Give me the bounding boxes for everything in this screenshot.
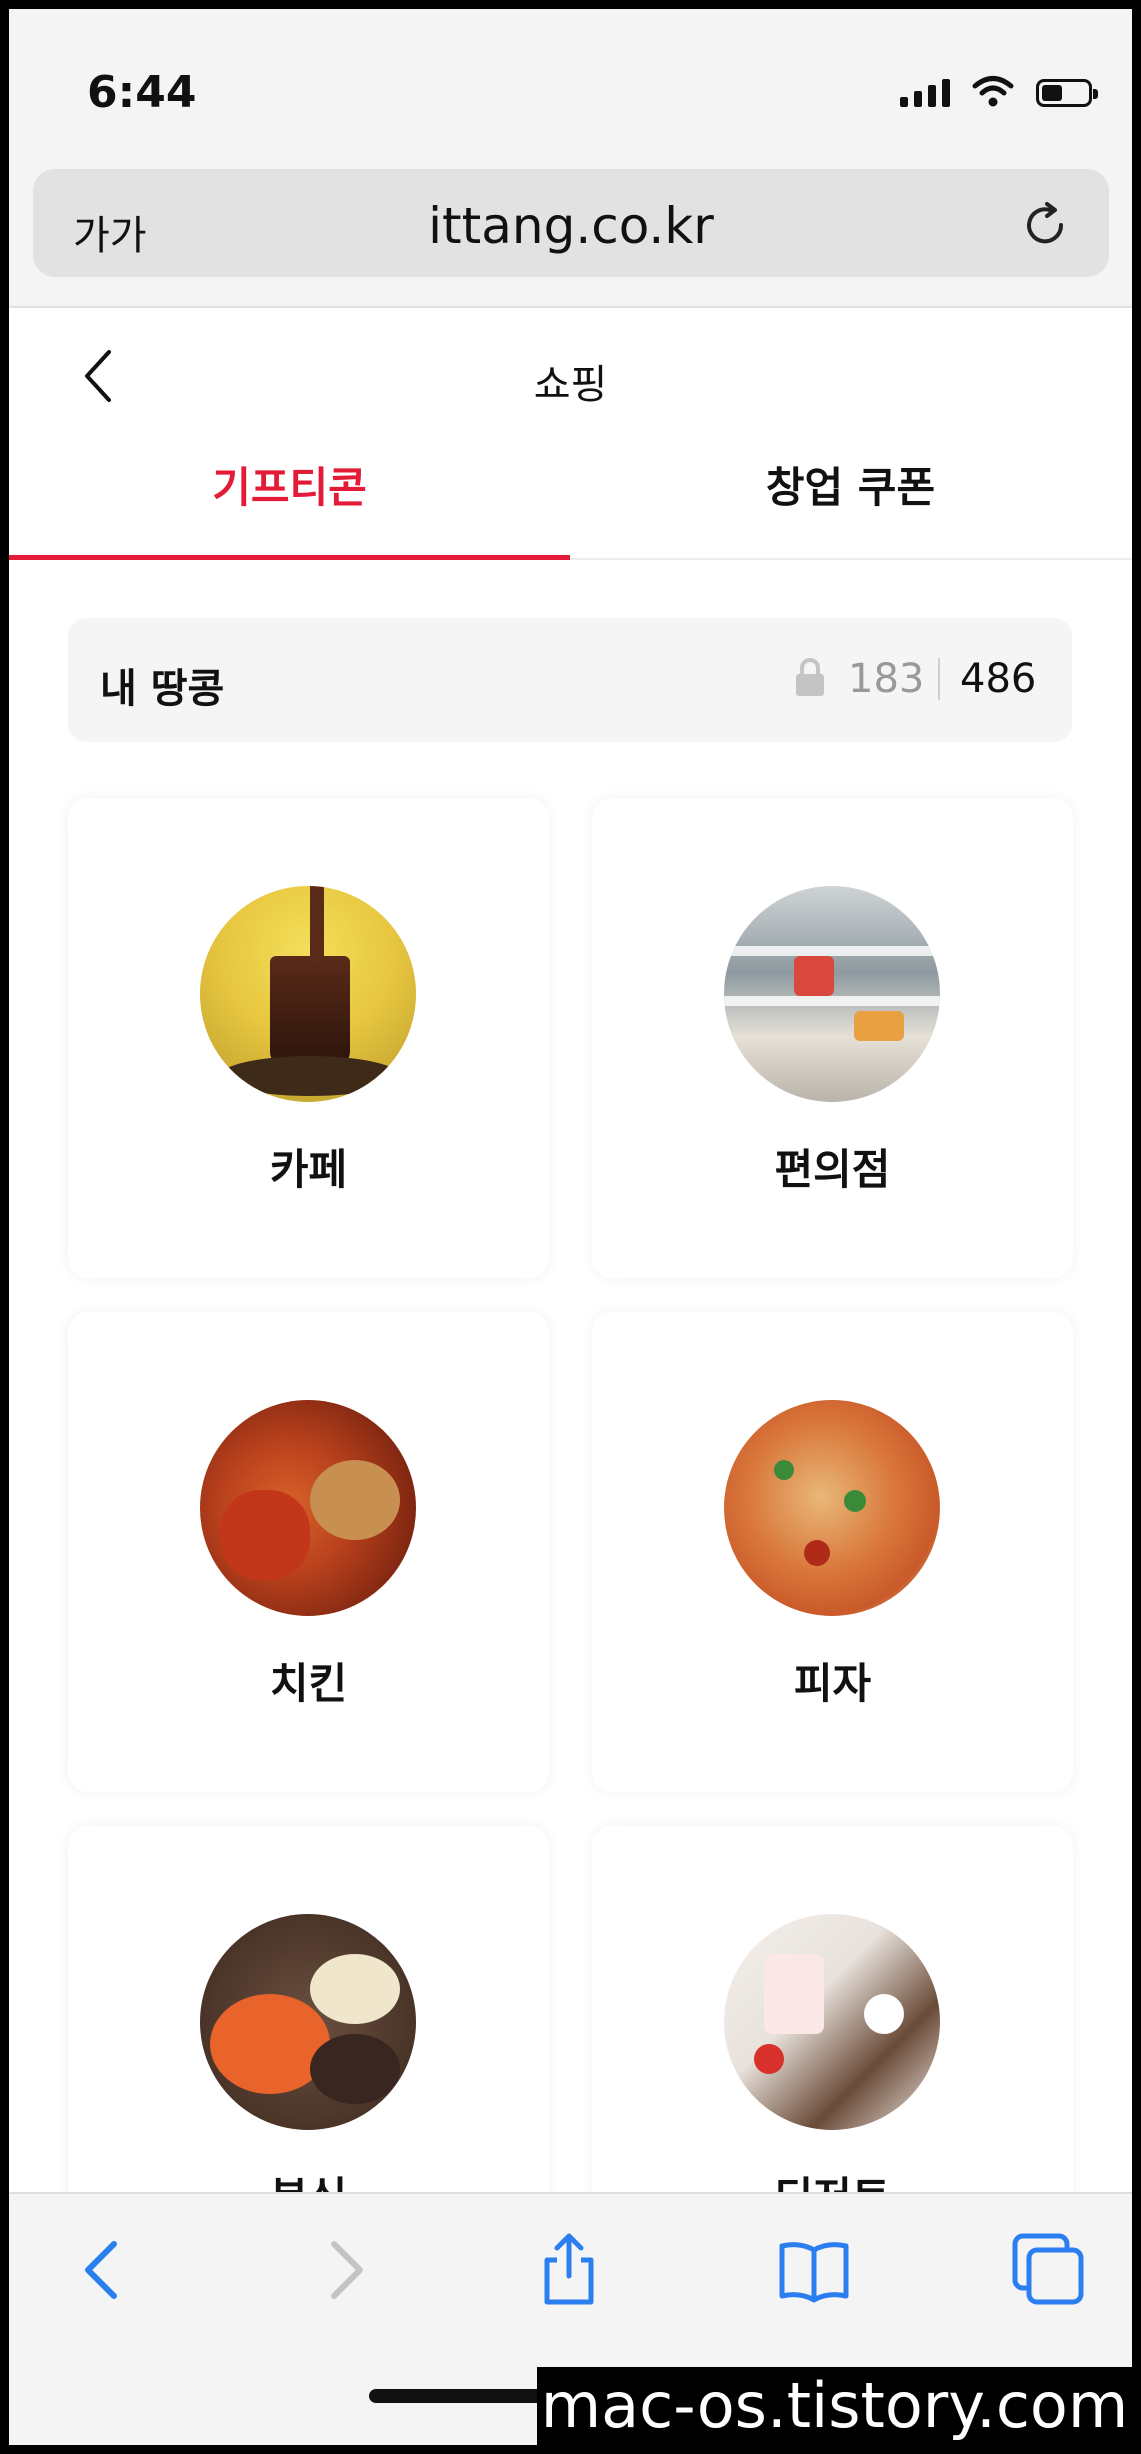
cafe-image bbox=[200, 886, 416, 1102]
category-label: 디저트 bbox=[592, 2164, 1073, 2192]
active-tab-indicator bbox=[9, 555, 570, 560]
category-label: 편의점 bbox=[774, 1145, 891, 1194]
available-points: 486 bbox=[960, 656, 1037, 702]
locked-points: 183 bbox=[848, 656, 925, 702]
chicken-image bbox=[200, 1400, 416, 1616]
status-icons bbox=[900, 75, 1098, 107]
cellular-signal-icon bbox=[900, 77, 950, 107]
bookmarks-icon[interactable] bbox=[774, 2230, 854, 2310]
tabs-icon[interactable] bbox=[1009, 2230, 1089, 2310]
category-card-dessert[interactable]: 디저트 bbox=[592, 1826, 1073, 2192]
page-title: 쇼핑 bbox=[533, 362, 608, 408]
address-bar[interactable]: 가가 ittang.co.kr bbox=[33, 169, 1109, 277]
reload-icon[interactable] bbox=[1017, 197, 1073, 253]
convenience-store-image bbox=[724, 886, 940, 1102]
tab-bar: 기프티콘 창업 쿠폰 bbox=[9, 448, 1132, 560]
share-icon[interactable] bbox=[529, 2230, 609, 2310]
category-label: 카페 bbox=[269, 1145, 348, 1194]
battery-icon bbox=[1036, 79, 1098, 107]
pizza-image bbox=[724, 1400, 940, 1616]
category-card-chicken[interactable]: 치킨 bbox=[68, 1312, 549, 1792]
category-card-cafe[interactable]: 카페 bbox=[68, 798, 549, 1278]
snack-image bbox=[200, 1914, 416, 2130]
points-summary: 내 땅콩 183 486 bbox=[68, 618, 1072, 742]
category-card-convenience-store[interactable]: 편의점 bbox=[592, 798, 1073, 1278]
lock-icon bbox=[796, 658, 824, 696]
points-separator bbox=[938, 658, 940, 700]
dessert-image bbox=[724, 1914, 940, 2130]
status-time: 6:44 bbox=[87, 67, 197, 118]
web-content: 쇼핑 기프티콘 창업 쿠폰 내 땅콩 183 486 카페 편의점 치킨 피자 bbox=[9, 308, 1132, 2192]
forward-icon[interactable] bbox=[304, 2230, 384, 2310]
wifi-icon bbox=[972, 76, 1014, 107]
points-label: 내 땅콩 bbox=[100, 666, 225, 712]
status-bar: 6:44 bbox=[9, 9, 1132, 169]
category-label: 분식 bbox=[68, 2164, 549, 2192]
category-card-snack[interactable]: 분식 bbox=[68, 1826, 549, 2192]
tab-gifticon[interactable]: 기프티콘 bbox=[9, 448, 570, 558]
watermark: mac-os.tistory.com bbox=[537, 2367, 1132, 2445]
category-label: 치킨 bbox=[269, 1659, 348, 1708]
device-frame: 6:44 가가 ittang.co.kr 쇼핑 기프티콘 창업 쿠폰 내 땅콩 … bbox=[0, 0, 1141, 2454]
phone-screen: 6:44 가가 ittang.co.kr 쇼핑 기프티콘 창업 쿠폰 내 땅콩 … bbox=[9, 9, 1132, 2445]
category-label: 피자 bbox=[793, 1659, 872, 1708]
category-card-pizza[interactable]: 피자 bbox=[592, 1312, 1073, 1792]
tab-startup-coupon[interactable]: 창업 쿠폰 bbox=[570, 448, 1131, 558]
back-icon[interactable] bbox=[64, 2230, 144, 2310]
url-text[interactable]: ittang.co.kr bbox=[33, 197, 1109, 255]
